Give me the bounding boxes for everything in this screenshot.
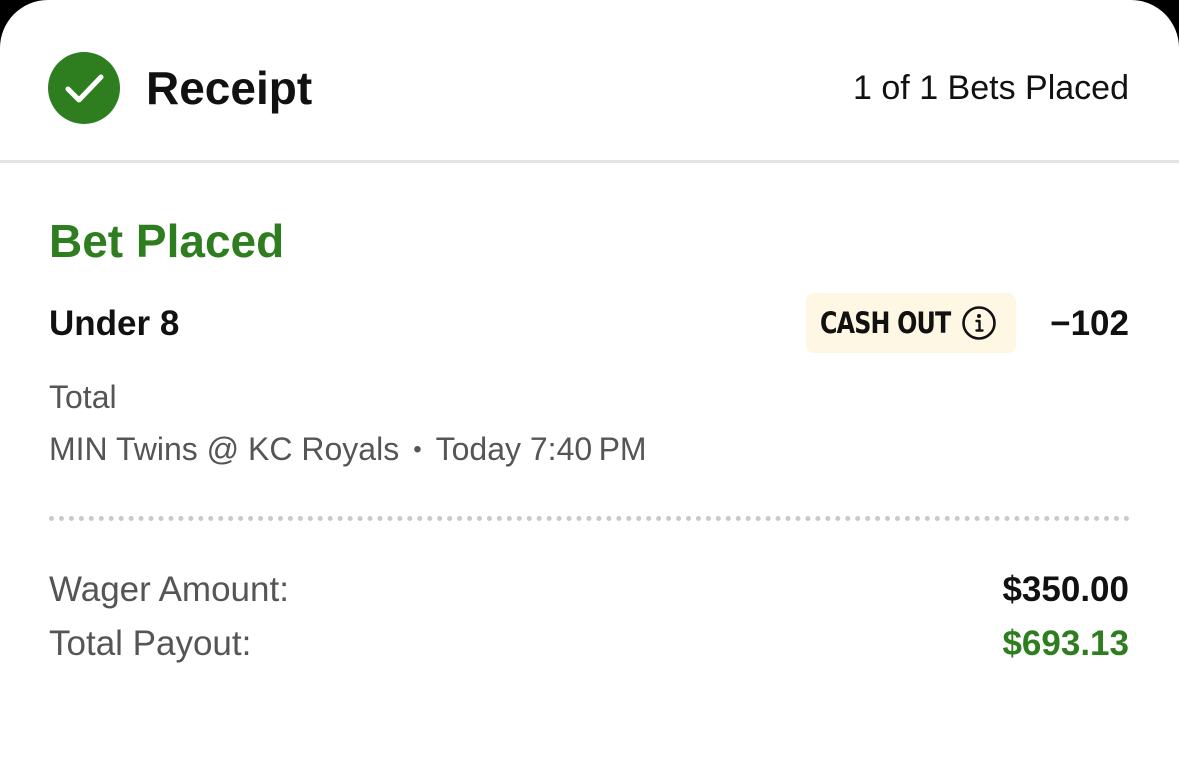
receipt-sheet: Receipt 1 of 1 Bets Placed Bet Placed Un… [0, 0, 1179, 760]
cash-out-button[interactable]: CASH OUT [806, 293, 1016, 353]
checkmark-circle-icon [48, 52, 120, 124]
bets-placed-count: 1 of 1 Bets Placed [853, 69, 1129, 107]
wager-amount-value: $350.00 [1002, 570, 1129, 609]
receipt-header: Receipt 1 of 1 Bets Placed [0, 0, 1179, 163]
event-details: MIN Twins @ KC Royals • Today 7:40 PM [49, 430, 647, 469]
info-icon[interactable] [960, 304, 998, 342]
wager-amount-label: Wager Amount: [49, 570, 289, 609]
separator-dot: • [413, 436, 422, 463]
page-title: Receipt [146, 62, 313, 114]
dotted-divider [49, 516, 1130, 521]
bet-odds: −102 [1050, 304, 1129, 343]
event-matchup: MIN Twins @ KC Royals [49, 431, 400, 467]
total-payout-label: Total Payout: [49, 624, 252, 663]
bet-selection: Under 8 [49, 304, 180, 343]
event-time: Today 7:40 PM [435, 431, 647, 467]
total-payout-value: $693.13 [1002, 624, 1129, 663]
bet-market: Total [49, 379, 117, 415]
cash-out-label: CASH OUT [820, 306, 951, 340]
bet-status: Bet Placed [49, 215, 285, 267]
